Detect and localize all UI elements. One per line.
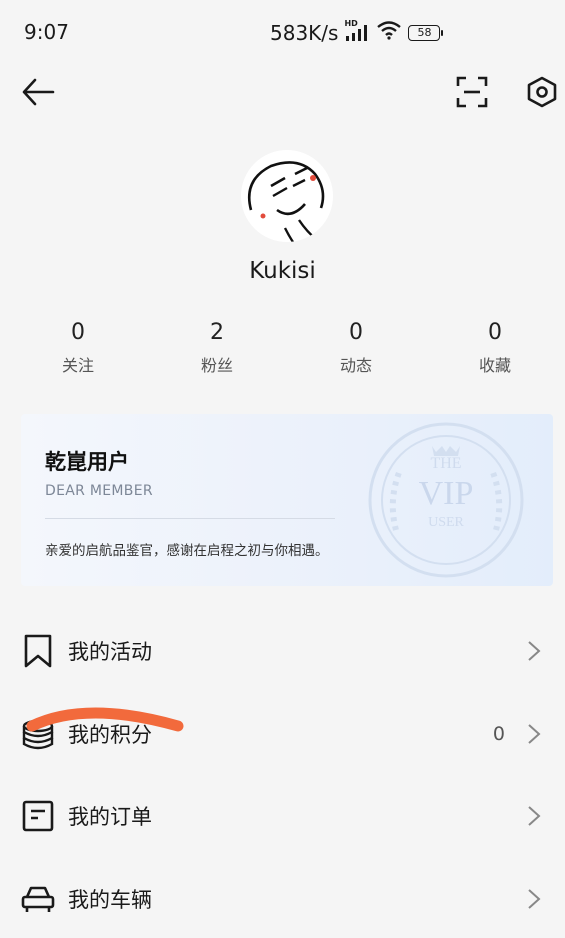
settings-hexagon-icon[interactable] [522, 72, 562, 112]
menu-label: 我的车辆 [68, 888, 152, 912]
status-right: 583K/s HD 58 [270, 19, 444, 45]
bookmark-icon [20, 633, 56, 669]
order-icon [20, 798, 56, 834]
chevron-right-icon [528, 724, 541, 744]
vip-card[interactable]: THE VIP USER 乾崑用户 DEAR MEMBER 亲爱的启航品鉴官，感… [21, 414, 553, 586]
signal-icon: HD [344, 19, 370, 43]
menu-item-orders[interactable]: 我的订单 [0, 786, 565, 846]
menu-label: 我的订单 [68, 805, 152, 829]
vip-message: 亲爱的启航品鉴官，感谢在启程之初与你相遇。 [45, 543, 329, 559]
menu-item-vehicles[interactable]: 我的车辆 [0, 869, 565, 929]
vip-badge-icon: THE VIP USER [368, 422, 524, 578]
stat-value: 0 [488, 320, 502, 345]
stat-value: 0 [71, 320, 85, 345]
stat-favorites[interactable]: 0 收藏 [435, 318, 555, 376]
stat-label: 动态 [339, 356, 372, 375]
stat-following[interactable]: 0 关注 [18, 318, 138, 376]
stat-followers[interactable]: 2 粉丝 [157, 318, 277, 376]
stat-label: 关注 [61, 356, 94, 375]
chevron-right-icon [528, 806, 541, 826]
battery-level: 58 [408, 24, 441, 41]
vip-title: 乾崑用户 [45, 450, 129, 474]
back-arrow-icon[interactable] [18, 72, 58, 112]
wifi-icon [376, 20, 402, 45]
annotation-scribble [26, 707, 184, 732]
stat-value: 0 [349, 320, 363, 345]
username: Kukisi [249, 258, 316, 284]
stat-label: 收藏 [478, 356, 511, 375]
avatar[interactable] [241, 150, 333, 242]
status-time: 9:07 [24, 20, 69, 44]
network-speed: 583K/s [270, 20, 339, 45]
vip-badge-main: VIP [419, 475, 474, 512]
car-icon [20, 881, 56, 917]
stat-posts[interactable]: 0 动态 [296, 318, 416, 376]
vip-badge-bottom: USER [428, 515, 464, 530]
stat-value: 2 [210, 320, 224, 345]
menu-item-activities[interactable]: 我的活动 [0, 621, 565, 681]
vip-subtitle: DEAR MEMBER [45, 483, 153, 499]
stat-label: 粉丝 [200, 356, 233, 375]
menu-value: 0 [492, 723, 505, 745]
vip-divider [45, 518, 335, 519]
menu-label: 我的活动 [68, 640, 152, 664]
battery-icon: 58 [408, 24, 444, 41]
vip-badge-top: THE [430, 455, 461, 472]
chevron-right-icon [528, 889, 541, 909]
scan-icon[interactable] [452, 72, 492, 112]
network-badge: HD [344, 18, 358, 28]
chevron-right-icon [528, 641, 541, 661]
